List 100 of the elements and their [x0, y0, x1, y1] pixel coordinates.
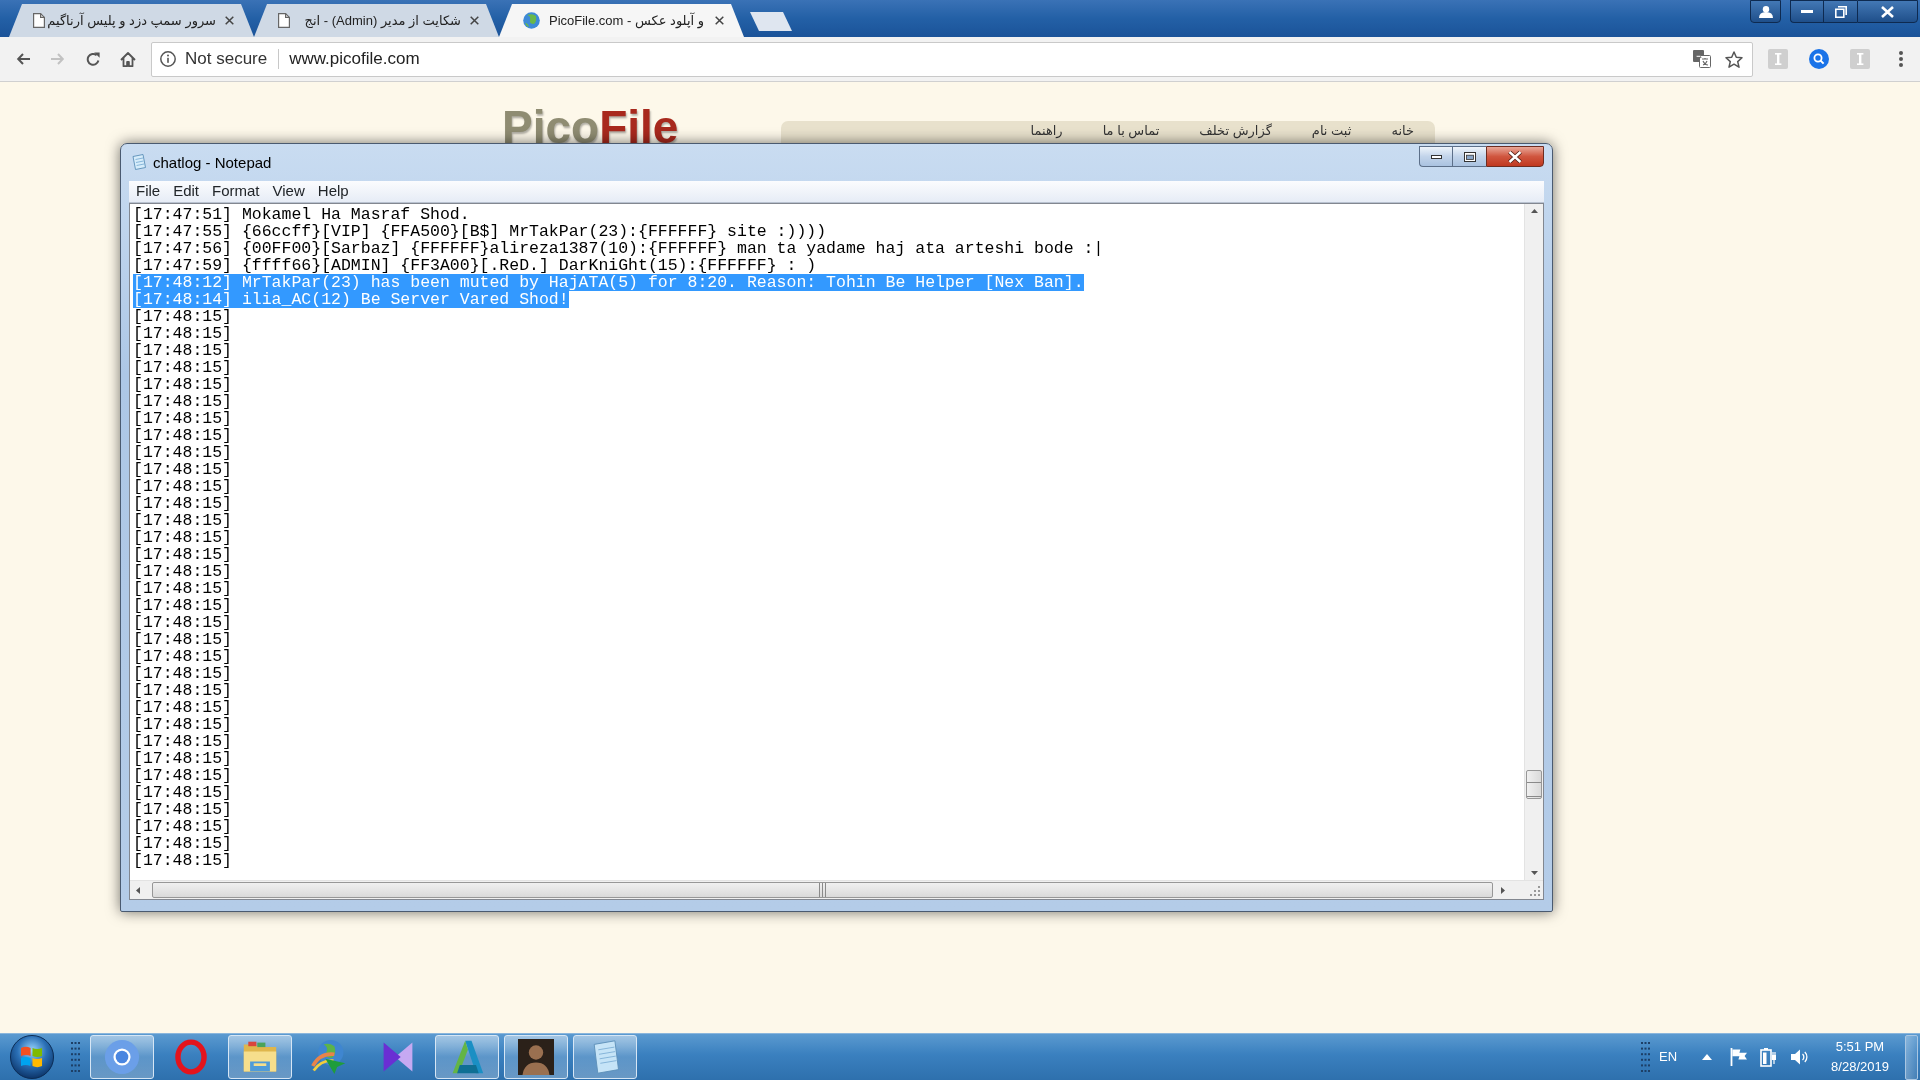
- clock-time[interactable]: 5:51 PM: [1825, 1037, 1895, 1057]
- text-line: [17:48:15]: [133, 563, 233, 580]
- address-bar[interactable]: Not secure www.picofile.com: [151, 41, 1753, 77]
- restore-icon: [1834, 5, 1847, 18]
- text-line: [17:48:15]: [133, 546, 233, 563]
- close-button[interactable]: [1486, 146, 1544, 167]
- grip-icon: [71, 1042, 80, 1072]
- security-label[interactable]: Not secure: [185, 46, 268, 72]
- translate-icon[interactable]: [1693, 50, 1711, 68]
- battery-plug-icon[interactable]: [1760, 1047, 1778, 1067]
- close-icon: [1508, 150, 1522, 163]
- text-line: [17:48:15]: [133, 444, 233, 461]
- horizontal-scrollbar[interactable]: [130, 880, 1543, 899]
- text-line: [17:48:15]: [133, 410, 233, 427]
- text-line: [17:48:15]: [133, 699, 233, 716]
- maximize-button[interactable]: [1452, 146, 1486, 167]
- text-line: [17:48:15]: [133, 648, 233, 665]
- start-button[interactable]: [10, 1035, 54, 1079]
- text-line: [17:48:15]: [133, 818, 233, 835]
- caret-up-icon[interactable]: [1530, 209, 1538, 213]
- resize-grip-icon[interactable]: [1529, 884, 1540, 896]
- close-icon[interactable]: [715, 16, 724, 25]
- text-line: [17:48:15]: [133, 342, 233, 359]
- site-logo[interactable]: PicoFile: [502, 111, 679, 143]
- menu-item[interactable]: View: [266, 180, 311, 203]
- text-line: [17:48:15]: [133, 614, 233, 631]
- minimize-button[interactable]: [1790, 0, 1823, 23]
- text-line: [17:48:15]: [133, 784, 233, 801]
- text-line: [17:48:15]: [133, 665, 233, 682]
- caret-left-icon[interactable]: [136, 886, 140, 894]
- oval-ring-icon: [173, 1039, 209, 1075]
- text-line: [17:47:59] {ffff66}[ADMIN] {FF3A00}[.ReD.] DarKniGht(15):{FFFFFF} : ): [133, 257, 817, 274]
- text-line: [17:48:15]: [133, 376, 233, 393]
- text-line: [17:48:15]: [133, 478, 233, 495]
- text-line: [17:47:55] {66ccff}[VIP] {FFA500}[B$] MrTakPar(23):{FFFFFF} site :)))): [133, 223, 827, 240]
- url-text: www.picofile.com: [289, 48, 420, 71]
- tile-icon[interactable]: [1850, 49, 1870, 69]
- text-line: [17:48:15]: [133, 716, 233, 733]
- text-line: [17:47:51] Mokamel Ha Masraf Shod.: [133, 206, 470, 223]
- maximize-button[interactable]: [1823, 0, 1857, 23]
- taskbar-button[interactable]: [504, 1035, 568, 1079]
- menu-item[interactable]: File: [130, 180, 167, 203]
- tile-icon[interactable]: [1768, 49, 1788, 69]
- back-icon[interactable]: [16, 53, 30, 65]
- flag-icon[interactable]: [1730, 1048, 1748, 1066]
- text-line: [17:48:15]: [133, 835, 233, 852]
- text-line: [17:48:15]: [133, 852, 233, 869]
- portrait-icon: [518, 1039, 554, 1075]
- menu-item[interactable]: Help: [311, 180, 355, 203]
- text-line: [17:48:15]: [133, 682, 233, 699]
- minimize-button[interactable]: [1419, 146, 1452, 167]
- person-icon: [1758, 5, 1773, 18]
- flag-orb-icon: [10, 1035, 54, 1079]
- browser-tab[interactable]: PicoFile.com - و آپلود عکس: [499, 4, 744, 37]
- page-icon: [33, 13, 45, 28]
- text-line: [17:48:15]: [133, 767, 233, 784]
- text-line: [17:48:15]: [133, 529, 233, 546]
- notepad-icon: [131, 154, 147, 170]
- nav-link[interactable]: خانه: [1391, 122, 1414, 140]
- user-button[interactable]: [1750, 0, 1781, 23]
- reload-icon[interactable]: [86, 52, 100, 66]
- text-line: [17:48:15]: [133, 580, 233, 597]
- text-line: [17:48:15]: [133, 733, 233, 750]
- info-icon[interactable]: [160, 51, 176, 67]
- caret-up-icon[interactable]: [1702, 1054, 1712, 1060]
- text-line: [17:48:15]: [133, 597, 233, 614]
- menu-icon[interactable]: [1899, 51, 1903, 67]
- close-icon[interactable]: [470, 16, 479, 25]
- text-line: [17:48:15]: [133, 308, 233, 325]
- nav-link[interactable]: ثبت نام: [1311, 122, 1352, 140]
- window-title: chatlog - Notepad: [153, 153, 272, 173]
- globe-icon: [523, 12, 540, 29]
- text-line: [17:48:15]: [133, 801, 233, 818]
- text-line: [17:48:15]: [133, 495, 233, 512]
- vertical-scrollbar[interactable]: [1524, 204, 1543, 880]
- grip-icon: [1641, 1042, 1650, 1072]
- text-line: [17:48:15]: [133, 512, 233, 529]
- text-line: [17:48:15]: [133, 325, 233, 342]
- nav-link[interactable]: گزارش تخلف: [1199, 122, 1272, 140]
- language-indicator[interactable]: EN: [1659, 1047, 1679, 1067]
- caret-down-icon[interactable]: [1530, 871, 1538, 875]
- home-icon[interactable]: [120, 51, 136, 67]
- scrollbar-thumb[interactable]: [152, 882, 1493, 898]
- scrollbar-thumb[interactable]: [1526, 770, 1542, 799]
- clock-date[interactable]: 8/28/2019: [1825, 1057, 1895, 1077]
- speaker-icon[interactable]: [1790, 1049, 1808, 1065]
- text-line: [17:47:56] {00FF00}[Sarbaz] {FFFFFF}alireza1387(10):{FFFFFF} man ta yadame haj ata arteshi bode :|: [133, 240, 1104, 257]
- text-line: [17:48:15]: [133, 359, 233, 376]
- minimize-icon: [1801, 10, 1813, 13]
- caret-right-icon[interactable]: [1501, 886, 1505, 894]
- star-icon[interactable]: [1725, 50, 1743, 68]
- text-line: [17:48:15]: [133, 631, 233, 648]
- close-button[interactable]: [1857, 0, 1918, 23]
- globe-arrow-icon: [311, 1039, 347, 1075]
- text-line: [17:48:15]: [133, 393, 233, 410]
- close-icon: [1881, 5, 1894, 18]
- text-line: [17:48:15]: [133, 427, 233, 444]
- menu-item[interactable]: Format: [206, 180, 266, 203]
- search-icon[interactable]: [1809, 49, 1829, 69]
- menu-item[interactable]: Edit: [167, 180, 206, 203]
